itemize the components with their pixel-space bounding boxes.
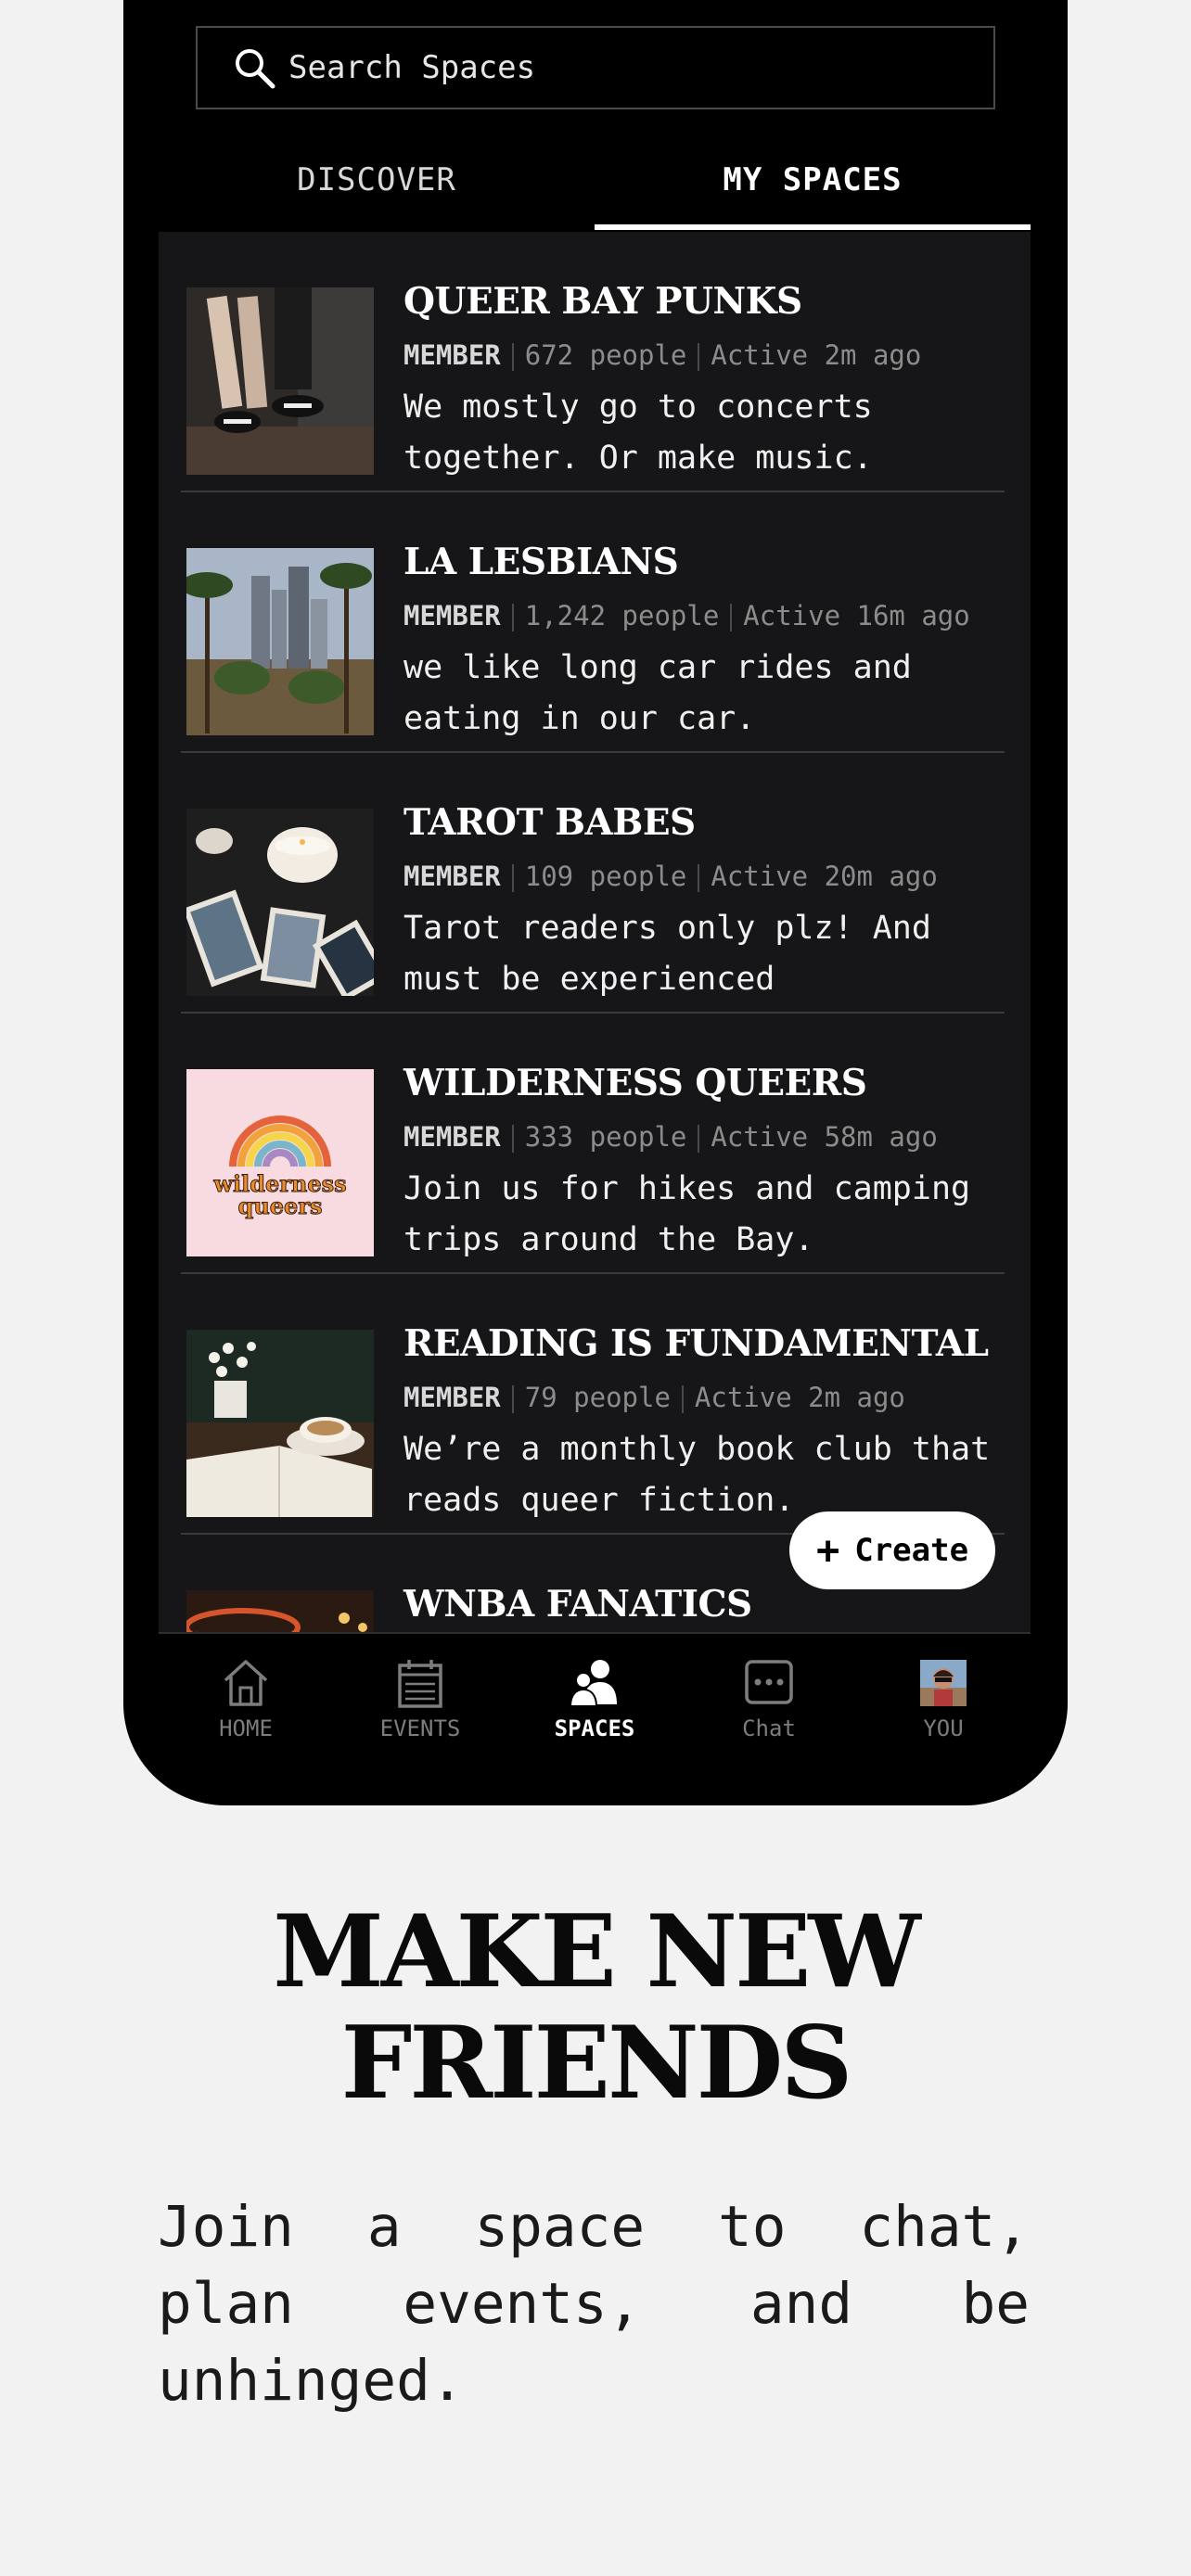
promo-headline: MAKE NEW FRIENDS [0,1896,1191,2119]
last-active: Active 58m ago [711,1121,938,1153]
member-badge: MEMBER [403,339,501,371]
nav-label: Chat [742,1715,796,1741]
palm-trees-skyline-photo [186,548,374,735]
tab-my-spaces[interactable]: MY SPACES [595,130,1031,230]
search-placeholder: Search Spaces [288,49,536,86]
space-title: WILDERNESS QUEERS [403,1062,867,1104]
list-item[interactable]: READING IS FUNDAMENTAL MEMBER 79 people Ac… [181,1274,1005,1535]
bottom-nav: HOME EVENTS SPACES Chat YOU [159,1632,1031,1753]
basketball-hoop-photo [186,1590,374,1632]
space-description: we like long car rides and eating in our… [403,649,912,737]
rainbow-logo: wilderness queers [186,1069,374,1256]
spaces-list[interactable]: QUEER BAY PUNKS MEMBER 672 people Active 2… [159,232,1031,1632]
space-meta: MEMBER 1,242 people Active 16m ago [403,600,970,631]
space-description: Tarot readers only plz! And must be expe… [403,910,931,998]
space-title: TAROT BABES [403,801,696,844]
space-meta: MEMBER 333 people Active 58m ago [403,1121,938,1153]
space-title: QUEER BAY PUNKS [403,280,802,323]
people-count: 672 people [524,339,687,371]
create-button[interactable]: + Create [789,1511,995,1589]
book-tea-photo [186,1330,374,1517]
nav-chat[interactable]: Chat [682,1634,856,1753]
space-title: LA LESBIANS [403,541,679,583]
list-item[interactable]: QUEER BAY PUNKS MEMBER 672 people Active 2… [181,232,1005,492]
promo-subtext: Join a space to chat, plan events, and b… [158,2194,1030,2414]
search-input[interactable]: Search Spaces [196,26,995,109]
create-label: Create [854,1532,969,1569]
people-count: 333 people [524,1121,687,1153]
people-count: 79 people [524,1382,671,1413]
nav-label: EVENTS [379,1715,461,1741]
space-meta: MEMBER 672 people Active 2m ago [403,339,921,371]
last-active: Active 2m ago [711,339,922,371]
people-count: 109 people [524,861,687,892]
space-meta: MEMBER 79 people Active 2m ago [403,1382,905,1413]
member-badge: MEMBER [403,1121,501,1153]
nav-home[interactable]: HOME [159,1634,333,1753]
chat-icon [745,1660,793,1704]
nav-label: YOU [923,1715,964,1741]
calendar-icon [398,1660,442,1708]
list-item[interactable]: TAROT BABES MEMBER 109 people Active 20m a… [181,753,1005,1014]
member-badge: MEMBER [403,861,501,892]
nav-label: SPACES [554,1715,635,1741]
space-meta: MEMBER 109 people Active 20m ago [403,861,938,892]
logo-text-2: queers [238,1192,323,1219]
space-title: WNBA FANATICS [403,1583,752,1626]
home-icon [224,1660,268,1706]
nav-you[interactable]: YOU [856,1634,1031,1753]
avatar [920,1660,967,1706]
space-title: READING IS FUNDAMENTAL [403,1322,989,1365]
headline-line-2: FRIENDS [340,2005,853,2122]
nav-events[interactable]: EVENTS [333,1634,507,1753]
tab-discover[interactable]: DISCOVER [159,130,595,230]
nav-spaces[interactable]: SPACES [507,1634,682,1753]
search-icon [231,45,277,91]
space-description: Join us for hikes and camping trips arou… [403,1170,971,1258]
list-item[interactable]: wilderness queers WILDERNESS QUEERS MEMB… [181,1014,1005,1274]
people-icon [569,1660,617,1707]
member-badge: MEMBER [403,1382,501,1413]
last-active: Active 2m ago [694,1382,905,1413]
last-active: Active 20m ago [711,861,938,892]
plus-icon: + [815,1527,840,1573]
nav-label: HOME [219,1715,273,1741]
sneakers-photo [186,287,374,475]
headline-line-1: MAKE NEW [273,1894,920,2010]
people-count: 1,242 people [524,600,720,631]
phone-mockup: Search Spaces DISCOVER MY SPACES QUEER B… [123,0,1068,1805]
last-active: Active 16m ago [743,600,970,631]
member-badge: MEMBER [403,600,501,631]
tab-bar: DISCOVER MY SPACES [159,130,1031,230]
list-item[interactable]: LA LESBIANS MEMBER 1,242 people Active 16m… [181,492,1005,753]
tarot-cards-photo [186,809,374,996]
space-description: We mostly go to concerts together. Or ma… [403,389,873,477]
